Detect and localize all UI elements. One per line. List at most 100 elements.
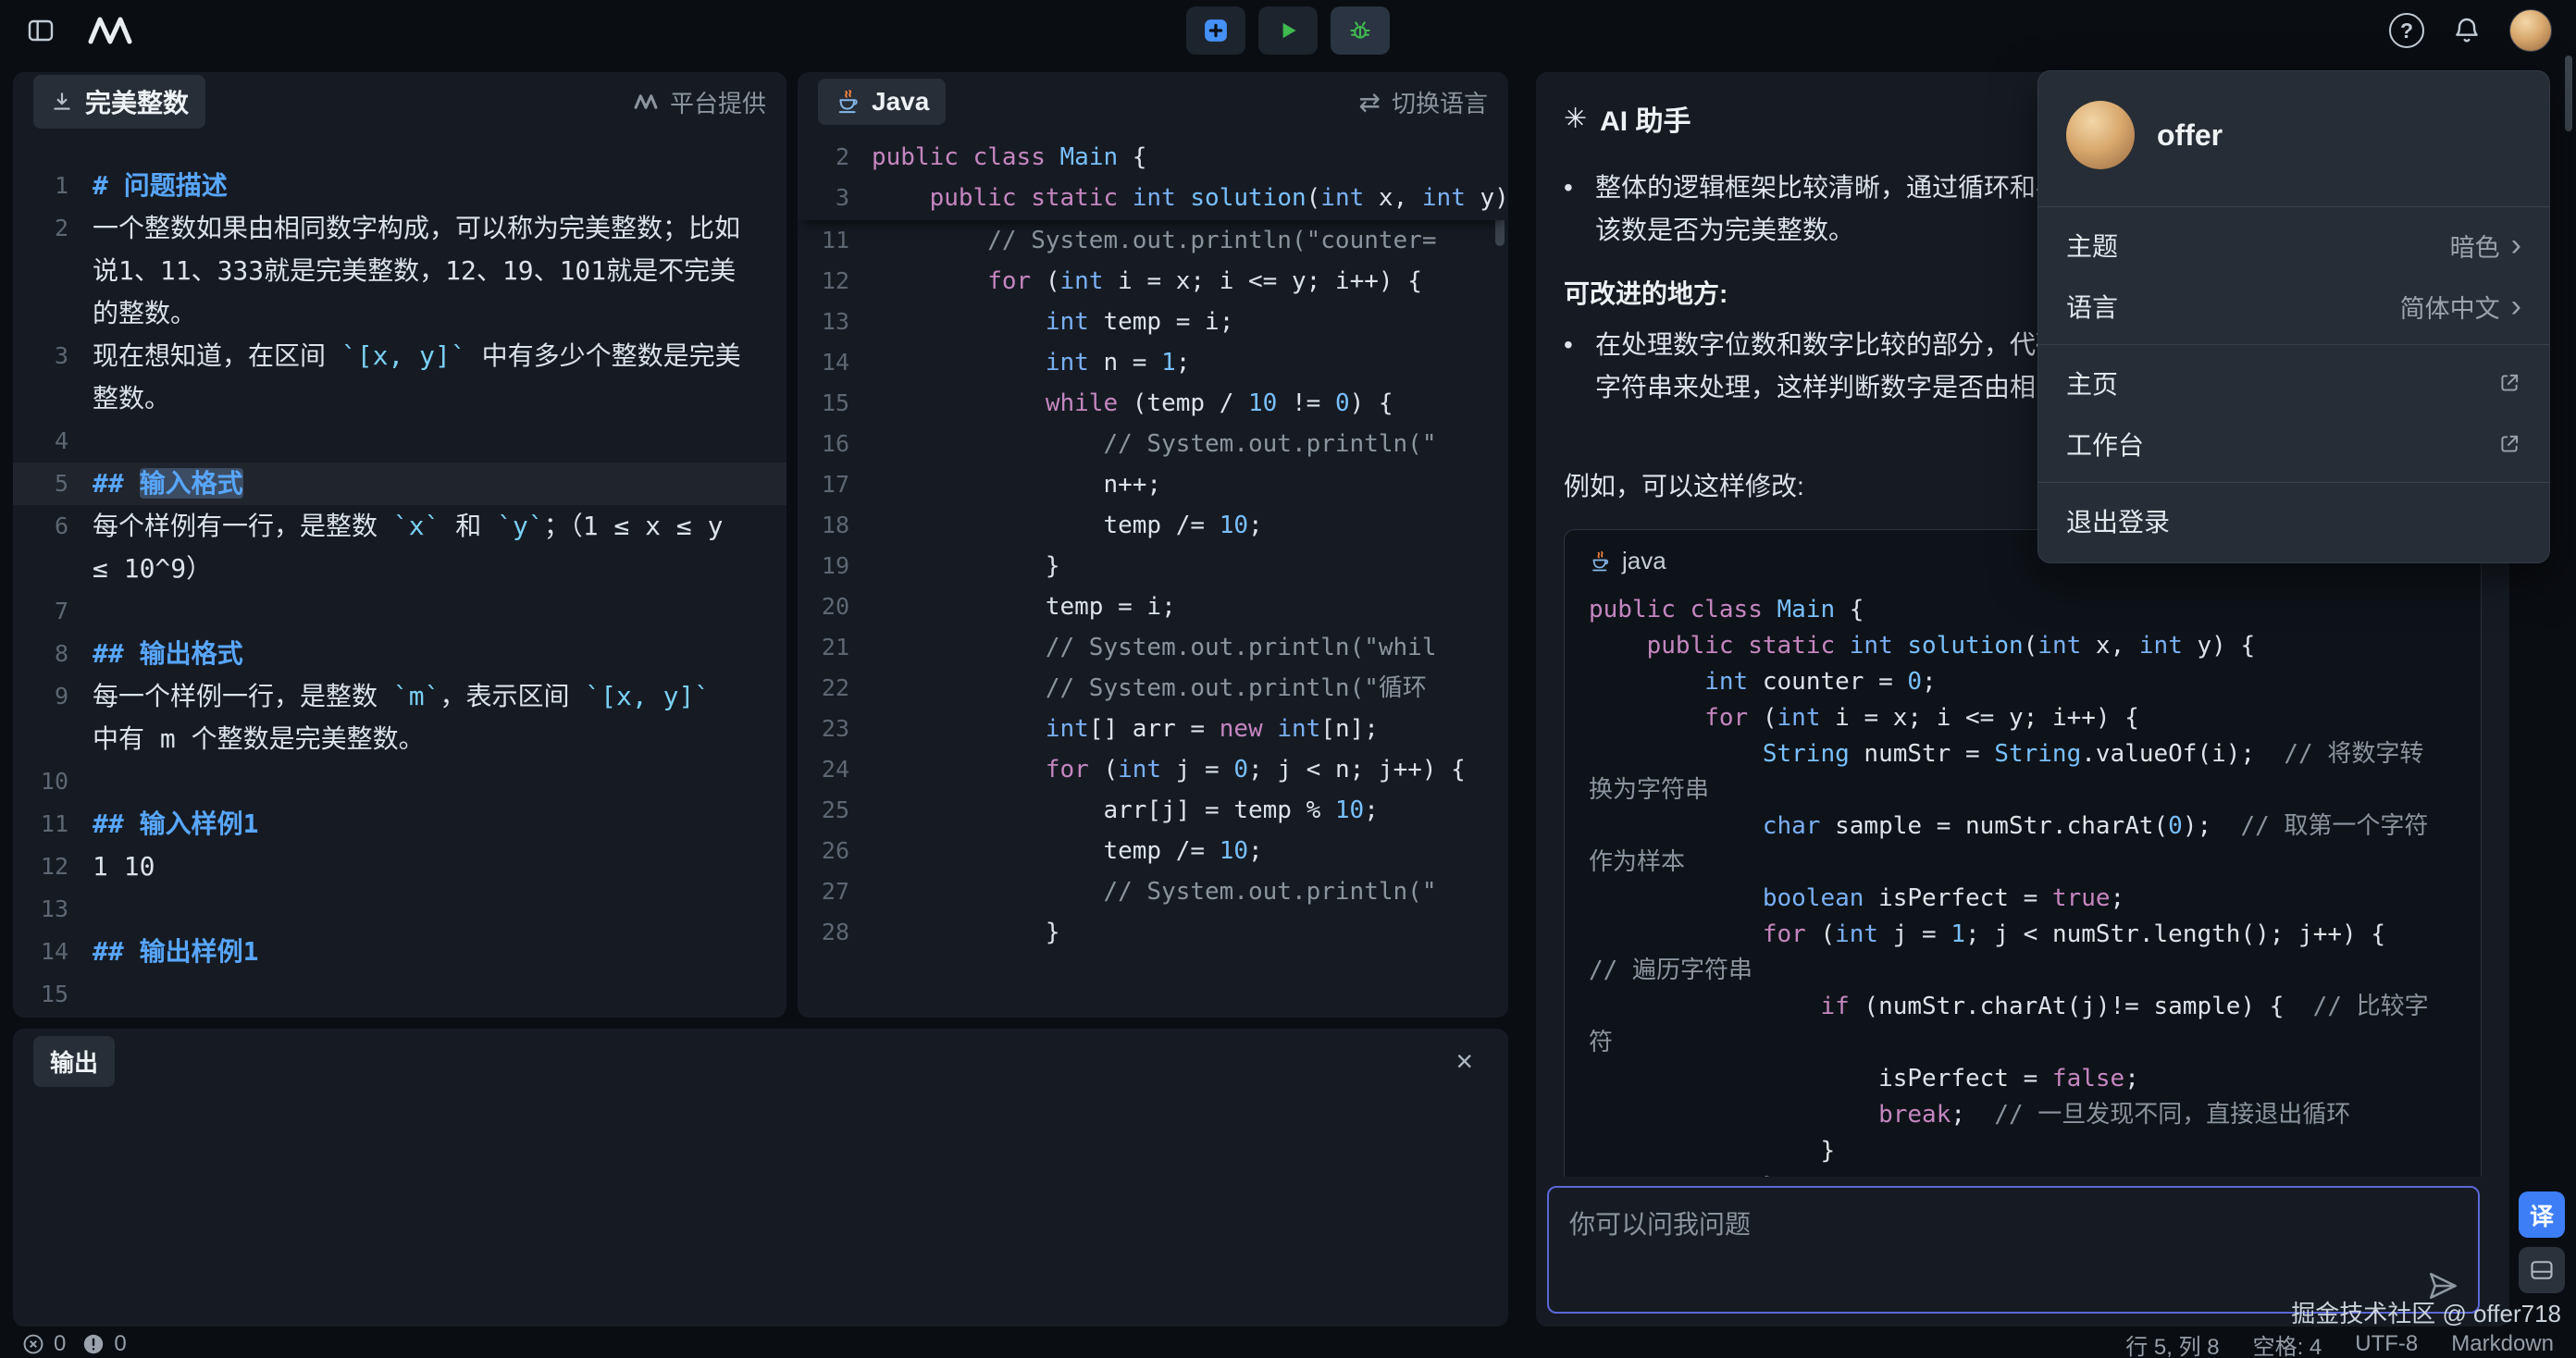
sidebar-toggle-icon[interactable] bbox=[24, 16, 57, 45]
line-number: 27 bbox=[798, 871, 872, 912]
user-menu: offer 主题 暗色› 语言 简体中文› 主页 工作台 退出登录 bbox=[2037, 70, 2550, 563]
problem-line-5[interactable]: 5## 输入格式 bbox=[13, 463, 786, 505]
problem-line-1[interactable]: 1# 问题描述 bbox=[13, 165, 786, 207]
code-line-13[interactable]: 13 int temp = i; bbox=[798, 302, 1508, 342]
line-content: 一个整数如果由相同数字构成，可以称为完美整数；比如说1、11、333就是完美整数… bbox=[93, 207, 786, 335]
indent-info[interactable]: 空格: 4 bbox=[2253, 1328, 2322, 1358]
line-content: 每一个样例一行，是整数 `m`，表示区间 `[x, y]` 中有 m 个整数是完… bbox=[93, 675, 786, 760]
problem-line-2[interactable]: 2一个整数如果由相同数字构成，可以称为完美整数；比如说1、11、333就是完美整… bbox=[13, 207, 786, 335]
debug-button[interactable] bbox=[1331, 6, 1390, 55]
problem-line-8[interactable]: 8## 输出格式 bbox=[13, 633, 786, 675]
bottom-panel-button[interactable] bbox=[2519, 1247, 2565, 1293]
user-avatar[interactable] bbox=[2509, 9, 2552, 52]
code-line-2[interactable]: 2public class Main { bbox=[798, 137, 1508, 178]
line-content: 每个样例有一行，是整数 `x` 和 `y`；（1 ≤ x ≤ y ≤ 10^9） bbox=[93, 505, 786, 590]
output-panel: 输出 × bbox=[13, 1029, 1508, 1327]
ai-input-textarea[interactable] bbox=[1549, 1188, 2478, 1277]
menu-item-logout[interactable]: 退出登录 bbox=[2038, 490, 2549, 551]
line-number: 21 bbox=[798, 627, 872, 668]
code-line-14[interactable]: 14 int n = 1; bbox=[798, 342, 1508, 383]
problem-line-15[interactable]: 15 bbox=[13, 973, 786, 1016]
java-tab[interactable]: Java bbox=[818, 79, 946, 125]
code-line-21[interactable]: 21 // System.out.println("whil bbox=[798, 627, 1508, 668]
code-text: // System.out.println("counter= bbox=[872, 220, 1508, 261]
problem-line-4[interactable]: 4 bbox=[13, 420, 786, 463]
help-icon: ? bbox=[2400, 19, 2413, 43]
topbar: ? bbox=[0, 0, 2576, 61]
menu-item-workbench[interactable]: 工作台 bbox=[2038, 414, 2549, 475]
output-close-button[interactable]: × bbox=[1441, 1044, 1488, 1079]
menu-item-theme[interactable]: 主题 暗色› bbox=[2038, 215, 2549, 276]
line-number: 5 bbox=[13, 463, 93, 505]
problem-line-13[interactable]: 13 bbox=[13, 888, 786, 931]
switch-language-button[interactable]: ⇄ 切换语言 bbox=[1359, 85, 1488, 119]
code-line-27[interactable]: 27 // System.out.println(" bbox=[798, 871, 1508, 912]
problem-line-10[interactable]: 10 bbox=[13, 760, 786, 803]
code-line-3[interactable]: 3 public static int solution(int x, int … bbox=[798, 178, 1508, 218]
translate-button[interactable]: 译 bbox=[2519, 1191, 2565, 1238]
code-line-12[interactable]: 12 for (int i = x; i <= y; i++) { bbox=[798, 261, 1508, 302]
line-content bbox=[93, 420, 786, 463]
line-number: 14 bbox=[798, 342, 872, 383]
code-text: temp /= 10; bbox=[872, 831, 1508, 871]
editor-code-lines[interactable]: 11 // System.out.println("counter=12 for… bbox=[798, 220, 1508, 953]
code-text: temp = i; bbox=[872, 586, 1508, 627]
run-button[interactable] bbox=[1258, 6, 1318, 55]
code-line-28[interactable]: 28 } bbox=[798, 912, 1508, 953]
code-line-26[interactable]: 26 temp /= 10; bbox=[798, 831, 1508, 871]
line-content: 现在想知道，在区间 `[x, y]` 中有多少个整数是完美整数。 bbox=[93, 335, 786, 420]
problem-title-chip[interactable]: 完美整数 bbox=[33, 75, 205, 129]
ai-code-line: int counter = 0; bbox=[1589, 664, 2439, 700]
code-line-19[interactable]: 19 } bbox=[798, 546, 1508, 586]
code-text: int[] arr = new int[n]; bbox=[872, 709, 1508, 749]
notifications-button[interactable] bbox=[2452, 16, 2482, 45]
code-line-15[interactable]: 15 while (temp / 10 != 0) { bbox=[798, 383, 1508, 424]
bullet-icon: • bbox=[1564, 324, 1595, 409]
line-number: 24 bbox=[798, 749, 872, 790]
error-icon[interactable] bbox=[22, 1333, 44, 1355]
menu-item-language[interactable]: 语言 简体中文› bbox=[2038, 276, 2549, 337]
line-number: 2 bbox=[798, 137, 872, 178]
line-content bbox=[93, 888, 786, 931]
code-line-22[interactable]: 22 // System.out.println("循环 bbox=[798, 668, 1508, 709]
line-number: 3 bbox=[798, 178, 872, 218]
output-title-chip[interactable]: 输出 bbox=[33, 1036, 115, 1087]
code-line-24[interactable]: 24 for (int j = 0; j < n; j++) { bbox=[798, 749, 1508, 790]
page-scrollbar[interactable] bbox=[2565, 56, 2572, 131]
problem-line-3[interactable]: 3现在想知道，在区间 `[x, y]` 中有多少个整数是完美整数。 bbox=[13, 335, 786, 420]
problem-line-12[interactable]: 121 10 bbox=[13, 846, 786, 888]
problem-line-11[interactable]: 11## 输入样例1 bbox=[13, 803, 786, 846]
ai-code-line: } bbox=[1589, 1133, 2439, 1169]
menu-item-home[interactable]: 主页 bbox=[2038, 352, 2549, 414]
code-line-23[interactable]: 23 int[] arr = new int[n]; bbox=[798, 709, 1508, 749]
bullet-icon: • bbox=[1564, 167, 1595, 252]
code-line-16[interactable]: 16 // System.out.println(" bbox=[798, 424, 1508, 464]
cursor-position[interactable]: 行 5, 列 8 bbox=[2125, 1328, 2219, 1358]
code-line-11[interactable]: 11 // System.out.println("counter= bbox=[798, 220, 1508, 261]
problem-lines[interactable]: 1# 问题描述2一个整数如果由相同数字构成，可以称为完美整数；比如说1、11、3… bbox=[13, 131, 786, 1016]
encoding[interactable]: UTF-8 bbox=[2355, 1331, 2418, 1357]
line-number: 8 bbox=[13, 633, 93, 675]
problem-line-14[interactable]: 14## 输出样例1 bbox=[13, 931, 786, 973]
code-line-25[interactable]: 25 arr[j] = temp % 10; bbox=[798, 790, 1508, 831]
problem-line-6[interactable]: 6每个样例有一行，是整数 `x` 和 `y`；（1 ≤ x ≤ y ≤ 10^9… bbox=[13, 505, 786, 590]
bug-icon bbox=[1347, 18, 1373, 43]
app-logo[interactable] bbox=[85, 14, 135, 47]
line-number: 12 bbox=[13, 846, 93, 888]
language-mode[interactable]: Markdown bbox=[2451, 1331, 2554, 1357]
code-line-18[interactable]: 18 temp /= 10; bbox=[798, 505, 1508, 546]
new-file-button[interactable] bbox=[1186, 6, 1245, 55]
line-number: 10 bbox=[13, 760, 93, 803]
line-number: 13 bbox=[798, 302, 872, 342]
plus-icon bbox=[1202, 17, 1230, 44]
code-text: for (int i = x; i <= y; i++) { bbox=[872, 261, 1508, 302]
problem-line-7[interactable]: 7 bbox=[13, 590, 786, 633]
help-button[interactable]: ? bbox=[2389, 13, 2424, 48]
problem-line-9[interactable]: 9每一个样例一行，是整数 `m`，表示区间 `[x, y]` 中有 m 个整数是… bbox=[13, 675, 786, 760]
ai-code-line: for (int j = 1; j < numStr.length(); j++… bbox=[1589, 917, 2439, 989]
code-line-17[interactable]: 17 n++; bbox=[798, 464, 1508, 505]
warning-icon[interactable] bbox=[82, 1333, 105, 1355]
code-line-20[interactable]: 20 temp = i; bbox=[798, 586, 1508, 627]
ai-code-line: public static int solution(int x, int y)… bbox=[1589, 628, 2439, 664]
menu-item-label: 语言 bbox=[2066, 288, 2118, 325]
